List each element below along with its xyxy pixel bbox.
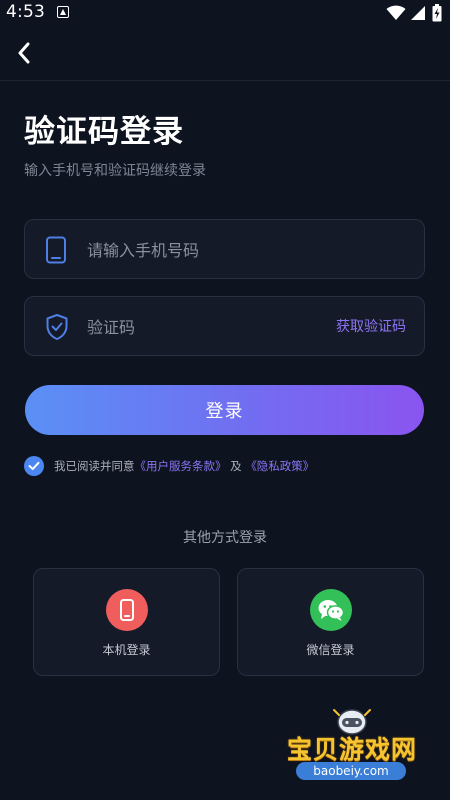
watermark-text: 宝贝游戏网: [286, 735, 417, 764]
phone-input[interactable]: [85, 220, 409, 280]
signal-icon: [411, 6, 425, 20]
check-icon: [28, 461, 40, 470]
agreement-checkbox[interactable]: [24, 456, 44, 476]
terms-link[interactable]: 《用户服务条款》: [135, 459, 227, 473]
privacy-link[interactable]: 《隐私政策》: [245, 459, 314, 473]
page-title: 验证码登录: [24, 114, 184, 150]
battery-icon: [432, 4, 442, 22]
top-nav-bar: [0, 26, 450, 81]
verification-code-input[interactable]: [85, 297, 319, 357]
get-code-button[interactable]: 获取验证码: [336, 316, 406, 336]
back-button[interactable]: [10, 37, 38, 69]
watermark-url: baobeiy.com: [296, 762, 406, 780]
shield-icon: [46, 314, 68, 340]
wifi-icon: [386, 5, 406, 20]
login-page: 4:53 验证码登录 输入手机号和验证码继续登录 请输入手机号码 验证码 获取验…: [0, 0, 450, 800]
phone-field: [24, 219, 425, 280]
local-login-label: 本机登录: [102, 643, 151, 657]
page-subtitle: 输入手机号和验证码继续登录: [24, 163, 206, 179]
other-login-title: 其他方式登录: [183, 530, 267, 546]
verification-code-field: 获取验证码: [24, 296, 425, 357]
phone-icon: [46, 236, 66, 264]
mobile-phone-icon: [120, 599, 134, 621]
status-time: 4:53: [6, 2, 45, 22]
status-bar: 4:53: [0, 0, 450, 26]
chevron-left-icon: [18, 42, 30, 64]
wechat-icon: [318, 600, 345, 621]
agreement-prefix: 我已阅读并同意: [54, 459, 135, 473]
wechat-login-label: 微信登录: [306, 643, 355, 657]
agreement-text: 我已阅读并同意《用户服务条款》 及 《隐私政策》: [54, 458, 314, 474]
agreement-joiner: 及: [230, 459, 242, 473]
login-button[interactable]: 登录: [25, 385, 424, 435]
agreement-row: 我已阅读并同意《用户服务条款》 及 《隐私政策》: [24, 456, 314, 476]
local-login-button[interactable]: 本机登录: [33, 568, 220, 676]
watermark: 宝贝游戏网 baobeiy.com: [272, 700, 432, 790]
wechat-icon-circle: [310, 589, 352, 631]
local-login-icon-circle: [106, 589, 148, 631]
notification-icon: [57, 6, 69, 18]
wechat-login-button[interactable]: 微信登录: [237, 568, 424, 676]
